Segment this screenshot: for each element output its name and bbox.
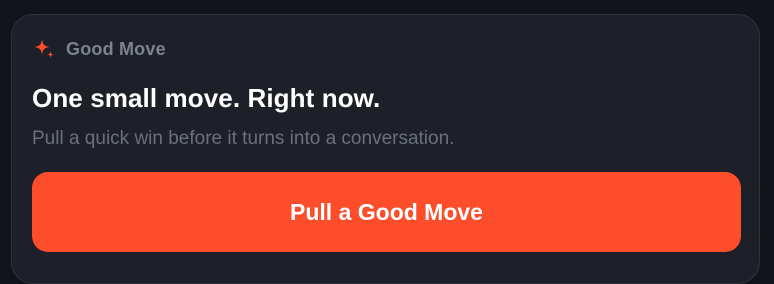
- sparkle-icon: [34, 39, 54, 58]
- pull-good-move-button[interactable]: Pull a Good Move: [32, 172, 741, 252]
- card-header: Good Move: [32, 37, 166, 61]
- card-subtitle: Pull a quick win before it turns into a …: [32, 128, 455, 149]
- card-header-label: Good Move: [66, 38, 166, 59]
- card-title: One small move. Right now.: [32, 83, 381, 113]
- good-move-card: Good Move One small move. Right now. Pul…: [11, 14, 760, 284]
